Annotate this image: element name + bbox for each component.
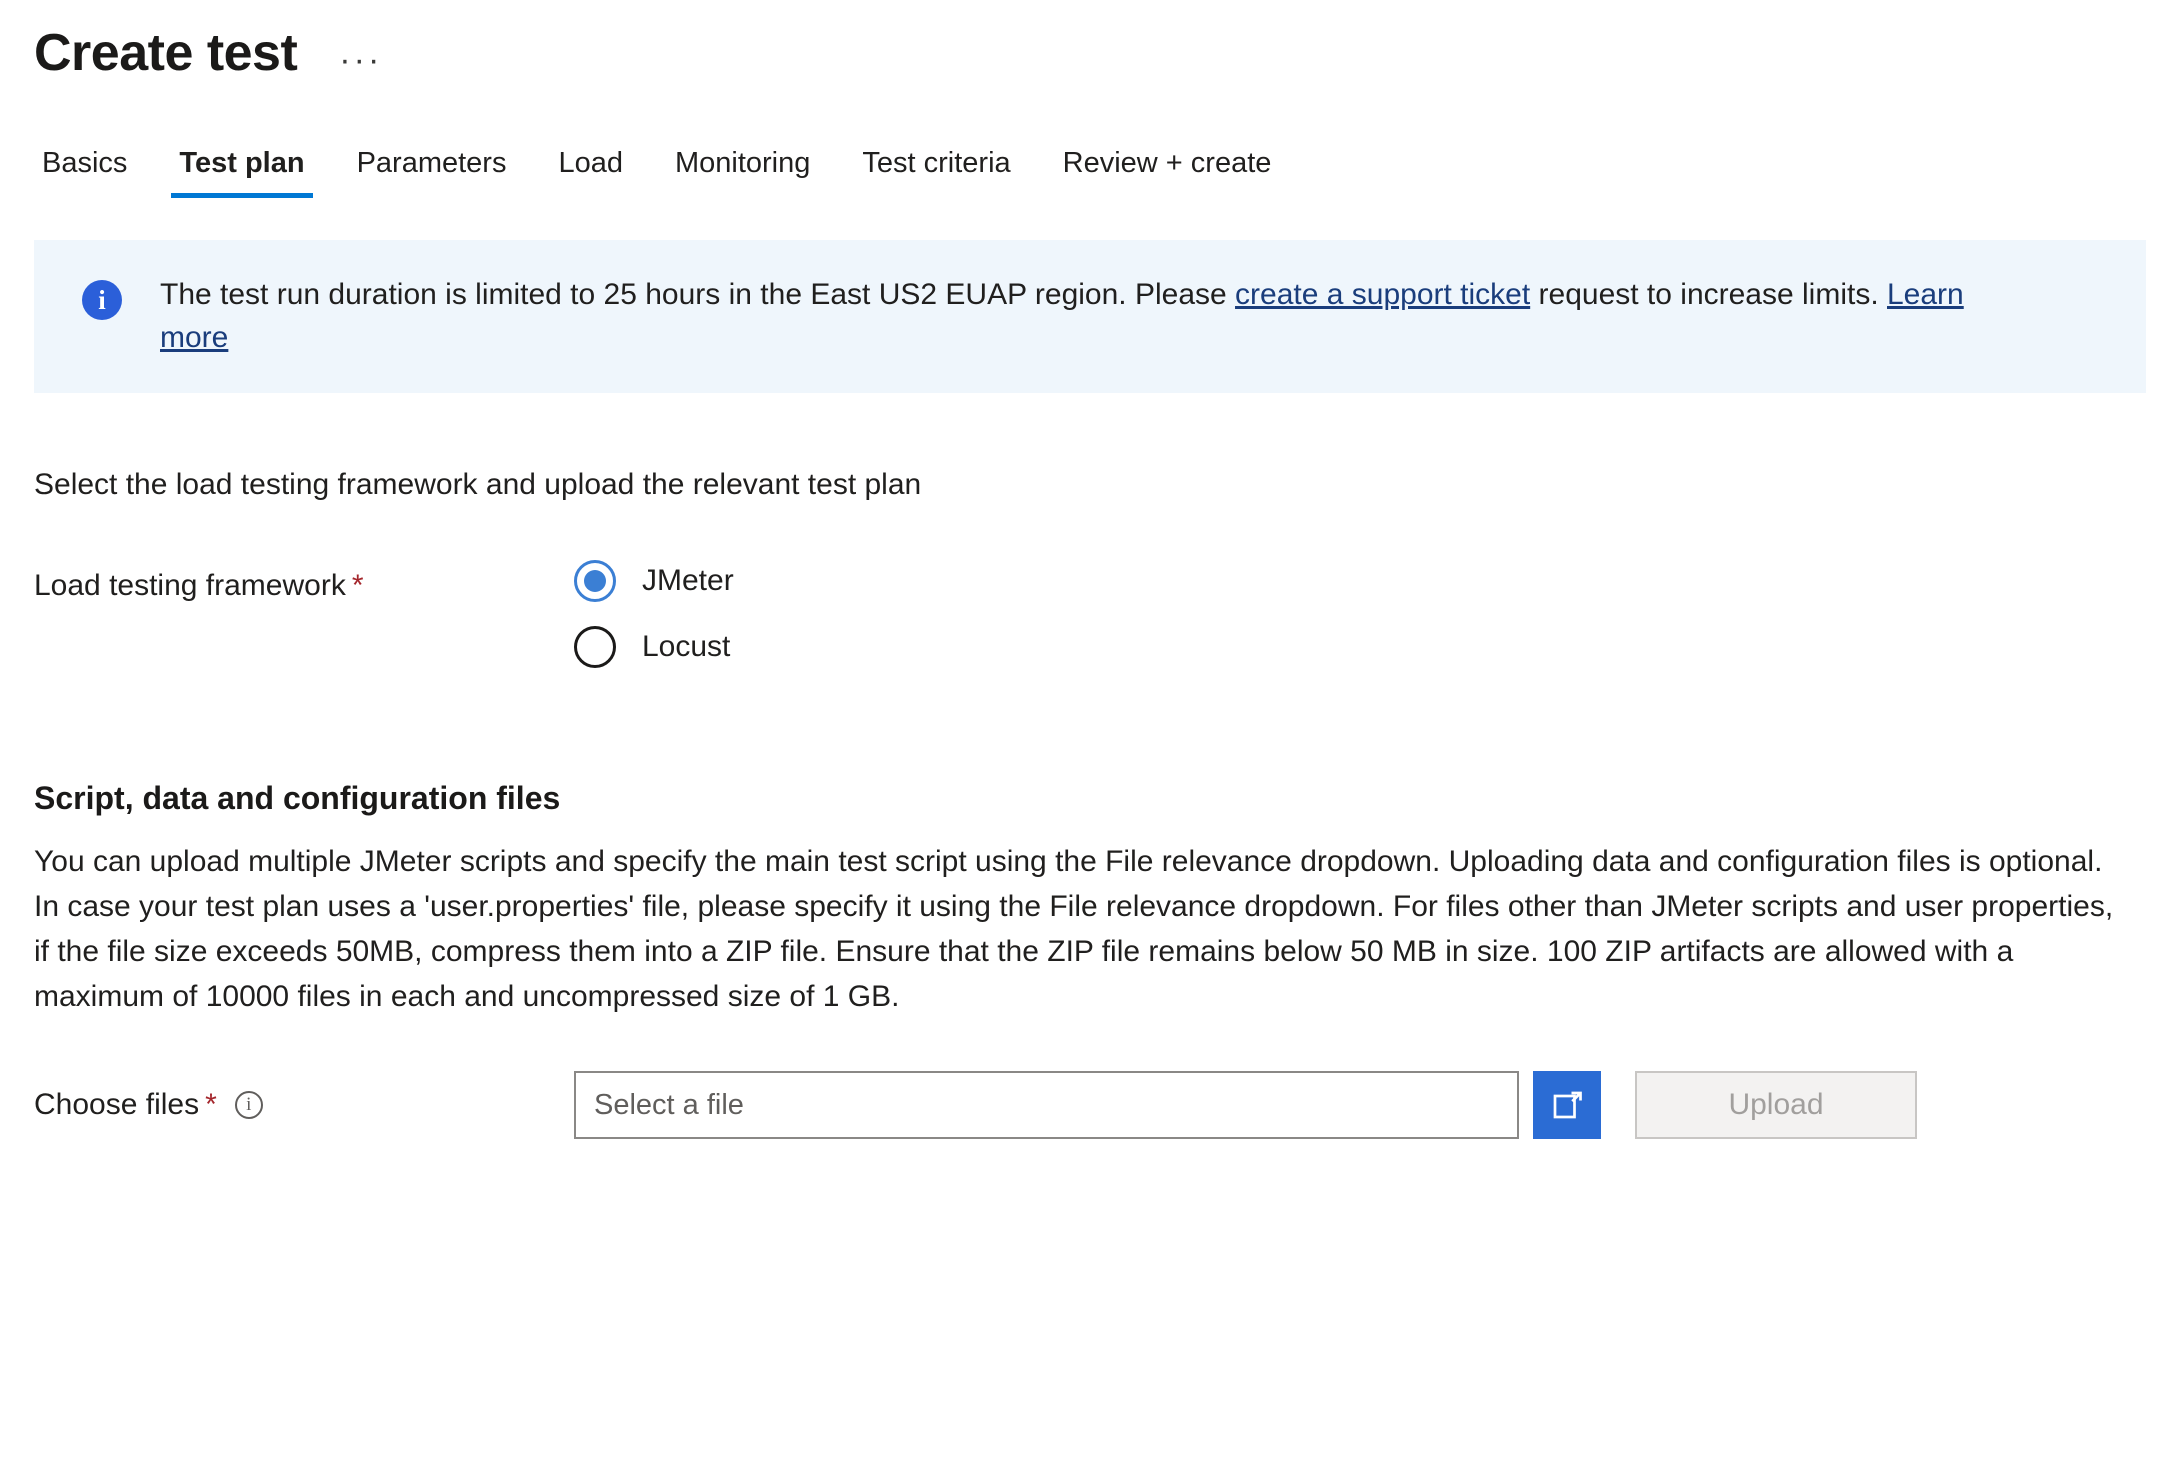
framework-lead-text: Select the load testing framework and up…	[34, 468, 922, 502]
wizard-tabs: Basics Test plan Parameters Load Monitor…	[0, 126, 2180, 198]
radio-mark-selected-icon	[574, 560, 616, 603]
field-label-text: Load testing framework	[34, 569, 346, 603]
page-title: Create test	[34, 24, 298, 82]
framework-radio-group: JMeter Locust	[574, 560, 734, 669]
info-banner-text: The test run duration is limited to 25 h…	[160, 274, 2040, 359]
radio-label-jmeter: JMeter	[642, 564, 734, 598]
load-testing-framework-label: Load testing framework *	[34, 560, 574, 605]
select-file-input[interactable]	[574, 1071, 1519, 1140]
required-asterisk: *	[351, 569, 364, 603]
choose-files-label-text: Choose files	[34, 1088, 200, 1122]
create-support-ticket-link[interactable]: create a support ticket	[1235, 278, 1530, 311]
banner-text-part-1: The test run duration is limited to 25 h…	[160, 278, 1236, 311]
script-section-description: You can upload multiple JMeter scripts a…	[34, 845, 2114, 1014]
tab-parameters[interactable]: Parameters	[331, 149, 533, 198]
choose-files-label: Choose files * i	[34, 1088, 574, 1122]
radio-option-locust[interactable]: Locust	[574, 626, 734, 669]
info-banner: i The test run duration is limited to 25…	[34, 240, 2146, 394]
tab-basics[interactable]: Basics	[34, 149, 153, 198]
tab-test-criteria[interactable]: Test criteria	[836, 149, 1036, 198]
radio-option-jmeter[interactable]: JMeter	[574, 560, 734, 603]
page-header: Create test ···	[0, 0, 2180, 86]
radio-label-locust: Locust	[642, 630, 731, 664]
required-asterisk: *	[205, 1088, 217, 1122]
tab-load[interactable]: Load	[532, 149, 649, 198]
upload-button[interactable]: Upload	[1635, 1071, 1917, 1140]
tab-review-create[interactable]: Review + create	[1037, 149, 1298, 198]
browse-folder-button[interactable]	[1533, 1071, 1601, 1140]
tab-test-plan[interactable]: Test plan	[153, 149, 330, 198]
info-tooltip-icon[interactable]: i	[234, 1091, 263, 1120]
more-options-icon[interactable]: ···	[339, 43, 382, 77]
tab-monitoring[interactable]: Monitoring	[649, 149, 836, 198]
load-testing-framework-field: Load testing framework * JMeter Locust	[34, 560, 2146, 669]
info-icon: i	[82, 280, 122, 320]
radio-mark-unselected-icon	[574, 626, 616, 669]
choose-files-row: Choose files* i Upload	[34, 1071, 2146, 1140]
folder-open-icon	[1553, 1091, 1582, 1119]
script-section-heading: Script, data and configuration files	[34, 780, 561, 817]
banner-text-part-2: request to increase limits.	[1530, 278, 1887, 311]
